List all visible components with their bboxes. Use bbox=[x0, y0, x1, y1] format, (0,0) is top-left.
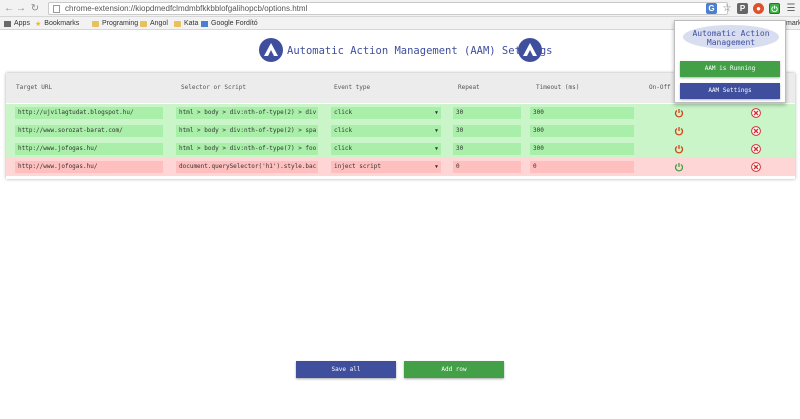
folder-icon bbox=[174, 20, 181, 27]
google-translate-icon bbox=[201, 20, 208, 27]
event-type-select[interactable]: click bbox=[331, 143, 441, 155]
table-row: http://www.jofogas.hu/ html > body > div… bbox=[6, 140, 795, 158]
repeat-input[interactable]: 30 bbox=[453, 125, 521, 137]
timeout-input[interactable]: 300 bbox=[530, 107, 634, 119]
power-on-icon[interactable] bbox=[674, 108, 684, 118]
power-off-icon[interactable] bbox=[674, 162, 684, 172]
popup-title: Automatic Action Management bbox=[692, 29, 770, 47]
repeat-input[interactable]: 30 bbox=[453, 107, 521, 119]
browser-toolbar: ← → ↻ chrome-extension://kiopdmedfclmdmb… bbox=[0, 0, 800, 17]
page-title: Automatic Action Management (AAM) Settin… bbox=[287, 45, 553, 57]
popup-title-badge: Automatic Action Management bbox=[683, 25, 779, 49]
table-row: http://ujvilagtudat.blogspot.hu/ html > … bbox=[6, 104, 795, 122]
event-type-select[interactable]: click bbox=[331, 125, 441, 137]
forward-icon[interactable]: → bbox=[16, 3, 26, 14]
delete-row-icon[interactable] bbox=[751, 108, 761, 118]
timeout-input[interactable]: 300 bbox=[530, 143, 634, 155]
bookmark-folder-angol[interactable]: Angol bbox=[140, 18, 168, 29]
bookmark-apps[interactable]: Apps bbox=[4, 18, 30, 29]
delete-row-icon[interactable] bbox=[751, 162, 761, 172]
bookmark-overflow[interactable]: marks bbox=[786, 18, 800, 29]
header-event-type: Event type bbox=[334, 84, 371, 91]
aam-settings-button[interactable]: AAM Settings bbox=[680, 83, 780, 99]
back-icon[interactable]: ← bbox=[4, 3, 14, 14]
menu-icon[interactable]: ☰ bbox=[786, 3, 796, 14]
aam-logo-icon bbox=[518, 38, 542, 62]
page-icon bbox=[53, 5, 60, 13]
address-bar[interactable]: chrome-extension://kiopdmedfclmdmbfkkbbl… bbox=[48, 2, 728, 15]
delete-row-icon[interactable] bbox=[751, 126, 761, 136]
selector-input[interactable]: html > body > div:nth-of-type(7) > foo bbox=[176, 143, 318, 155]
repeat-input[interactable]: 0 bbox=[453, 161, 521, 173]
power-on-icon[interactable] bbox=[674, 144, 684, 154]
repeat-input[interactable]: 30 bbox=[453, 143, 521, 155]
header-target-url: Target URL bbox=[16, 84, 53, 91]
bookmark-folder-kata[interactable]: Kata bbox=[174, 18, 198, 29]
reload-icon[interactable]: ↻ bbox=[30, 3, 40, 14]
header-timeout: Timeout (ms) bbox=[536, 84, 580, 91]
address-url[interactable]: chrome-extension://kiopdmedfclmdmbfkkbbl… bbox=[65, 4, 307, 13]
bookmark-folder-programing[interactable]: Programing bbox=[92, 18, 138, 29]
header-selector: Selector or Script bbox=[181, 84, 247, 91]
header-repeat: Repeat bbox=[458, 84, 480, 91]
timeout-input[interactable]: 0 bbox=[530, 161, 634, 173]
bookmark-google-fordito[interactable]: Google Fordító bbox=[201, 18, 258, 29]
folder-icon bbox=[140, 20, 147, 27]
selector-input[interactable]: html > body > div:nth-of-type(2) > div bbox=[176, 107, 318, 119]
add-row-button[interactable]: Add row bbox=[404, 361, 504, 378]
delete-row-icon[interactable] bbox=[751, 144, 761, 154]
target-url-input[interactable]: http://ujvilagtudat.blogspot.hu/ bbox=[15, 107, 163, 119]
aam-running-button[interactable]: AAM is Running bbox=[680, 61, 780, 77]
save-all-button[interactable]: Save all bbox=[296, 361, 396, 378]
aam-extension-icon[interactable]: ⏻ bbox=[769, 3, 780, 14]
event-type-select[interactable]: click bbox=[331, 107, 441, 119]
power-on-icon[interactable] bbox=[674, 126, 684, 136]
bookmark-bookmarks[interactable]: ★ Bookmarks bbox=[35, 18, 79, 29]
selector-input[interactable]: html > body > div:nth-of-type(2) > spa bbox=[176, 125, 318, 137]
selector-input[interactable]: document.querySelector('h1').style.bac bbox=[176, 161, 318, 173]
star-icon: ★ bbox=[35, 20, 42, 28]
extension-red-icon[interactable]: ● bbox=[753, 3, 764, 14]
star-icon[interactable]: ☆ bbox=[722, 3, 732, 14]
folder-icon bbox=[92, 20, 99, 27]
translate-icon[interactable]: G bbox=[706, 3, 717, 14]
target-url-input[interactable]: http://www.jofogas.hu/ bbox=[15, 143, 163, 155]
extension-p-icon[interactable]: P bbox=[737, 3, 748, 14]
target-url-input[interactable]: http://www.jofogas.hu/ bbox=[15, 161, 163, 173]
timeout-input[interactable]: 300 bbox=[530, 125, 634, 137]
apps-icon bbox=[4, 20, 11, 27]
extension-popup: Automatic Action Management AAM is Runni… bbox=[674, 20, 786, 103]
event-type-select[interactable]: inject script bbox=[331, 161, 441, 173]
header-on-off: On-Off bbox=[649, 84, 671, 91]
aam-logo-icon bbox=[259, 38, 283, 62]
target-url-input[interactable]: http://www.sorozat-barat.com/ bbox=[15, 125, 163, 137]
table-row: http://www.sorozat-barat.com/ html > bod… bbox=[6, 122, 795, 140]
table-row: http://www.jofogas.hu/ document.querySel… bbox=[6, 158, 795, 176]
